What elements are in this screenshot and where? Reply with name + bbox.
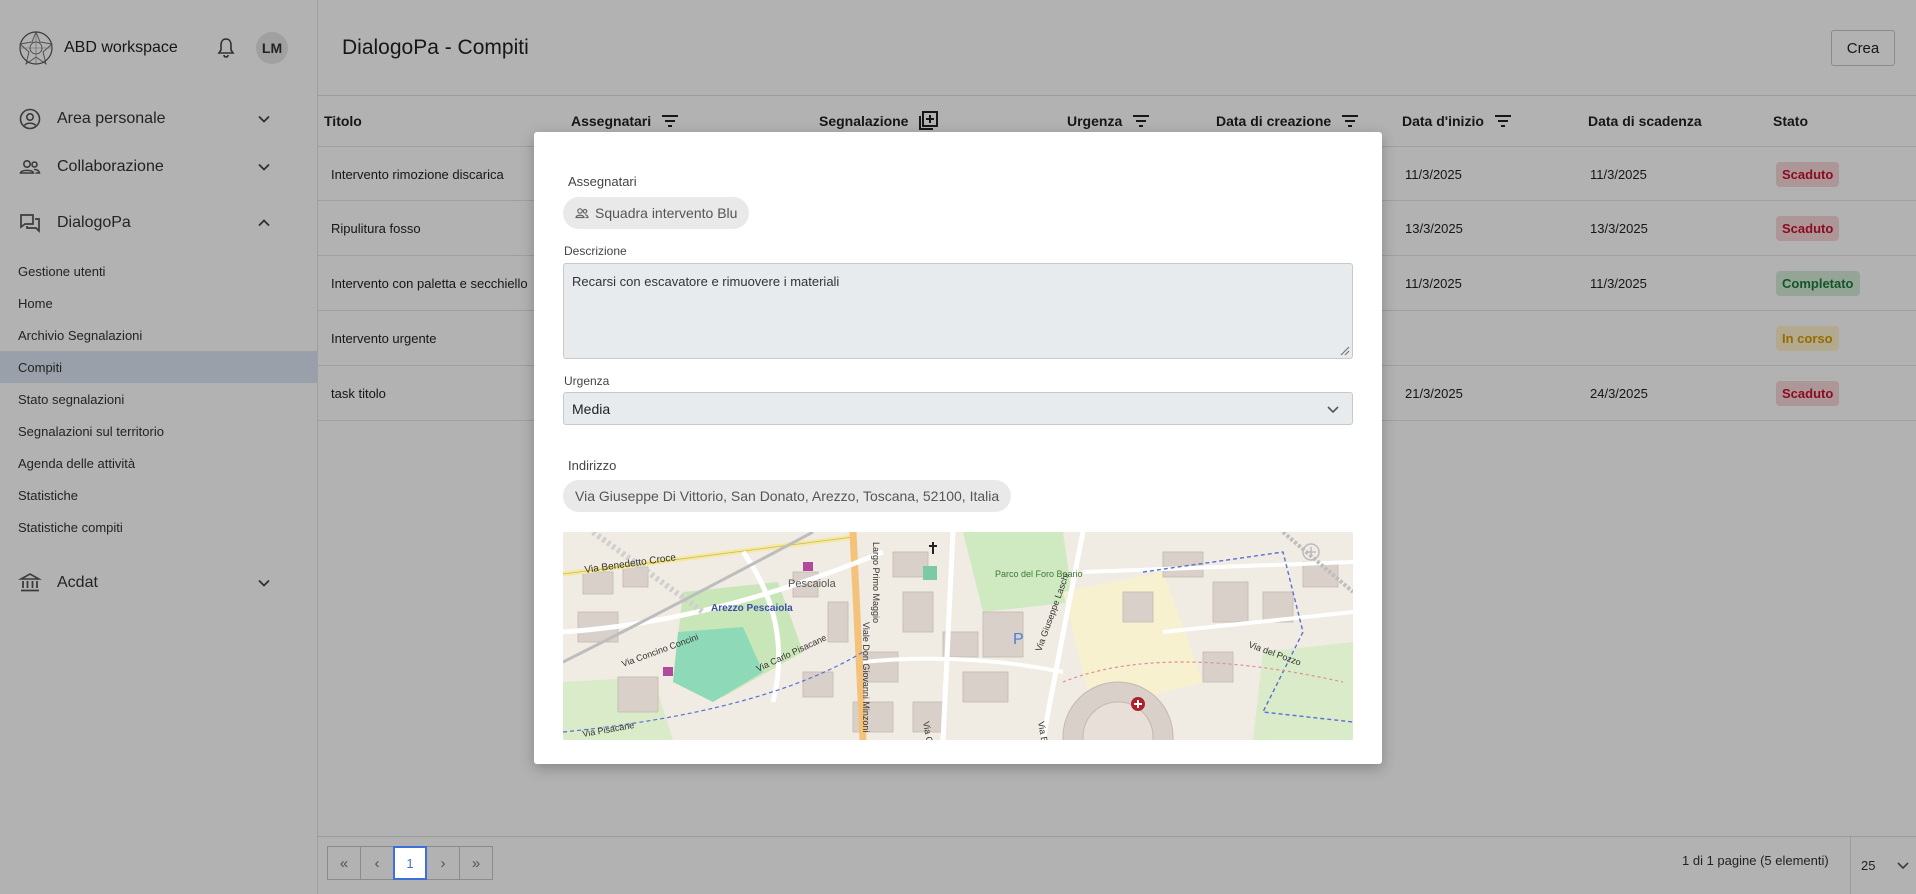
chevron-down-icon [1327,405,1339,413]
people-icon [575,208,589,219]
assignee-chip[interactable]: Squadra intervento Blu [563,197,750,229]
map-park-area [1253,642,1353,740]
map-shop-icon [803,562,813,571]
map-poi [923,566,937,580]
map-tiles[interactable]: Via Benedetto Croce Arezzo Pescaiola Pes… [563,532,1353,740]
map[interactable]: Via Benedetto Croce Arezzo Pescaiola Pes… [563,532,1353,740]
assignee-name: Squadra intervento Blu [595,205,738,221]
address-label: Indirizzo [568,458,617,473]
page-button-current[interactable]: 1 [393,846,427,880]
map-shop-icon [663,667,673,676]
urgency-select[interactable]: Media [563,392,1353,425]
description-label: Descrizione [564,244,627,258]
map-parking-icon: P [1013,631,1024,648]
map-label: Pescaiola [788,578,837,590]
description-field[interactable]: Recarsi con escavatore e rimuovere i mat… [563,263,1353,359]
address-chip[interactable]: Via Giuseppe Di Vittorio, San Donato, Ar… [563,480,1012,512]
description-value: Recarsi con escavatore e rimuovere i mat… [572,274,840,289]
map-label: Viale Don Giovanni Minzoni [861,622,871,732]
task-detail-modal: Assegnatari Squadra intervento Blu Descr… [534,132,1382,764]
assignees-label: Assegnatari [568,174,637,189]
urgency-label: Urgenza [564,374,610,388]
map-label: Arezzo Pescaiola [711,603,793,614]
resize-handle-icon[interactable] [1338,344,1350,356]
map-label: Largo Primo Maggio [871,542,881,623]
address-value: Via Giuseppe Di Vittorio, San Donato, Ar… [575,488,1000,504]
urgency-value: Media [572,400,611,417]
